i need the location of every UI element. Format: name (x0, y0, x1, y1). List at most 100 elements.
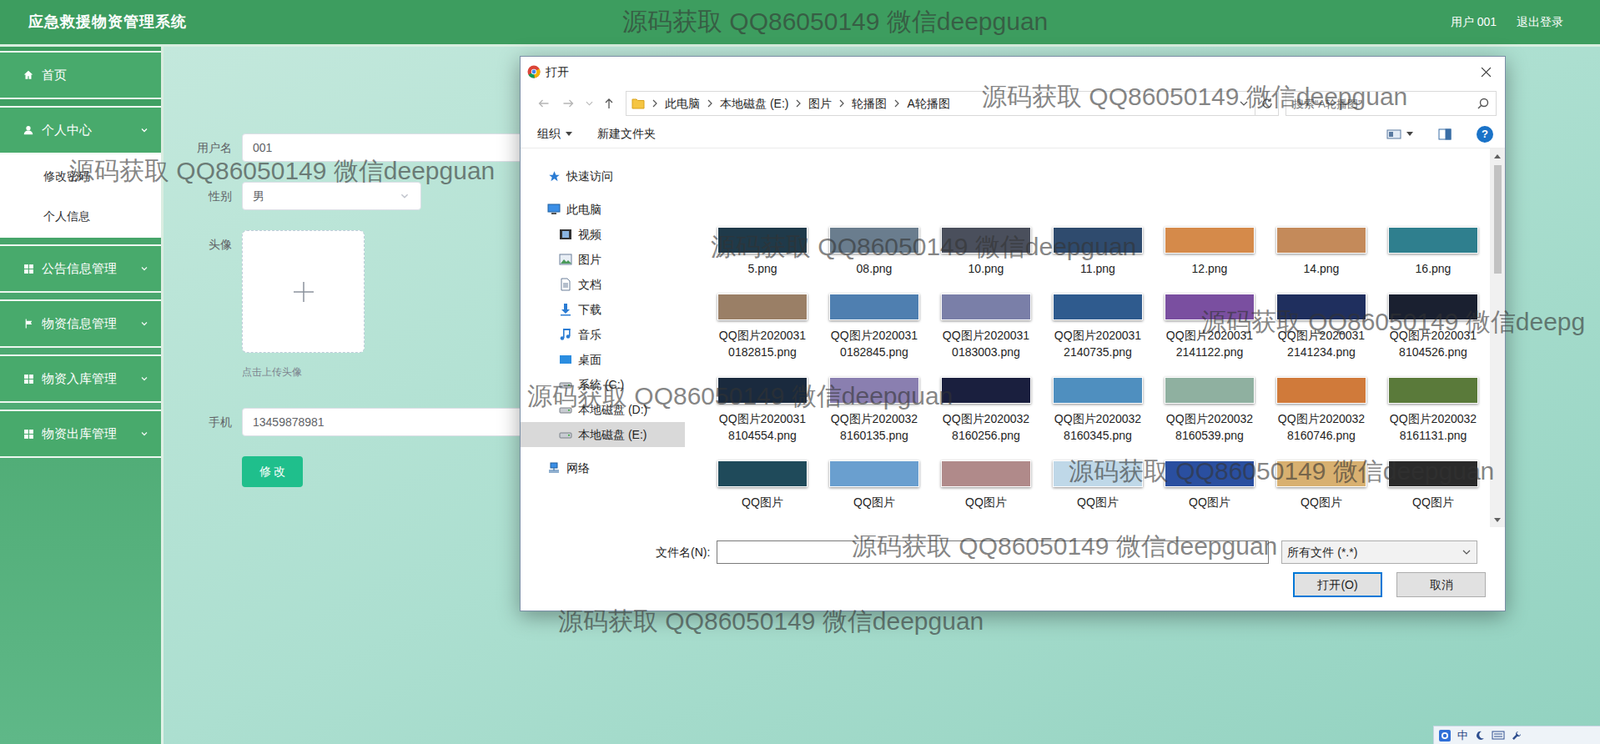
nav-item[interactable]: 本地磁盘 (D:) (520, 397, 685, 423)
new-folder-button[interactable]: 新建文件夹 (597, 125, 656, 143)
file-item[interactable]: QQ图片20200310182815.png (706, 293, 819, 378)
file-item[interactable]: QQ图片20200328160345.png (1041, 377, 1154, 461)
file-item[interactable]: QQ图片20200312141234.png (1265, 293, 1378, 378)
file-item[interactable]: QQ图片 (930, 460, 1042, 528)
file-item[interactable]: QQ图片20200328160135.png (818, 377, 931, 461)
file-item[interactable]: QQ图片 (818, 460, 931, 528)
moon-icon[interactable] (1474, 730, 1485, 741)
nav-item[interactable]: 文档 (520, 271, 685, 297)
open-button[interactable]: 打开(O) (1293, 572, 1383, 598)
sidebar-subitem[interactable]: 个人信息 (0, 196, 162, 237)
nav-item[interactable]: 快速访问 (520, 163, 685, 189)
nav-item[interactable]: 桌面 (520, 347, 685, 373)
file-item[interactable]: 11.png (1041, 226, 1154, 294)
file-item[interactable]: 14.png (1265, 226, 1378, 294)
file-item[interactable]: QQ图片 (1041, 460, 1154, 528)
back-arrow-icon[interactable] (530, 92, 556, 115)
organize-menu[interactable]: 组织 (537, 125, 573, 143)
file-item[interactable]: QQ图片20200328161131.png (1377, 377, 1490, 461)
nav-item[interactable]: 下载 (520, 296, 685, 323)
file-item[interactable]: QQ图片20200312141122.png (1153, 293, 1266, 378)
keyboard-icon[interactable] (1491, 730, 1505, 740)
file-item[interactable]: QQ图片 (1377, 460, 1490, 528)
nav-item[interactable]: 视频 (520, 221, 685, 247)
file-name: QQ图片20200328160539.png (1162, 410, 1257, 444)
sidebar-item[interactable]: 首页 (0, 50, 162, 100)
upload-hint: 点击上传头像 (241, 364, 365, 380)
top-header: 应急救援物资管理系统用户 001退出登录 (0, 0, 1600, 47)
chevron-icon (139, 428, 150, 439)
file-item[interactable]: QQ图片 (1265, 460, 1378, 528)
file-grid: 5.png08.png10.png11.png12.png14.png16.pn… (684, 148, 1491, 528)
sidebar-item[interactable]: 个人中心 (0, 105, 162, 155)
file-type-value: 所有文件 (*.*) (1287, 543, 1358, 562)
view-menu[interactable] (1386, 128, 1414, 141)
history-dropdown-icon[interactable] (1237, 97, 1250, 110)
nav-item[interactable]: 图片 (520, 246, 685, 272)
file-name: QQ图片 (1386, 493, 1480, 511)
file-item[interactable]: QQ图片20200318104554.png (706, 377, 819, 461)
avatar-upload[interactable] (241, 230, 365, 353)
file-item[interactable]: 16.png (1377, 226, 1490, 294)
file-item[interactable]: QQ图片20200328160256.png (930, 377, 1042, 461)
nav-item[interactable]: 此电脑 (520, 196, 685, 222)
view-icon (1386, 128, 1402, 141)
breadcrumb-item[interactable]: 图片 (808, 95, 832, 113)
file-item[interactable]: QQ图片 (706, 460, 819, 528)
settings-icon[interactable] (1511, 730, 1522, 741)
nav-item[interactable]: 系统 (C:) (520, 372, 685, 398)
sidebar-item[interactable]: 公告信息管理 (0, 244, 162, 293)
logout-link[interactable]: 退出登录 (1516, 13, 1564, 31)
nav-item[interactable]: 本地磁盘 (E:) (520, 422, 685, 448)
file-thumbnail (829, 460, 920, 488)
file-item[interactable]: 5.png (706, 226, 819, 294)
file-item[interactable]: QQ图片20200310182845.png (818, 293, 931, 378)
file-item[interactable]: 08.png (818, 226, 931, 294)
file-item[interactable]: QQ图片 (1153, 460, 1266, 528)
file-name: QQ图片20200312141234.png (1274, 327, 1369, 361)
breadcrumb-separator-icon (893, 99, 901, 108)
file-item[interactable]: QQ图片20200328160539.png (1153, 377, 1266, 461)
nav-item[interactable]: 音乐 (520, 322, 685, 348)
file-type-select[interactable]: 所有文件 (*.*) (1281, 540, 1478, 564)
search-box[interactable] (1286, 91, 1478, 116)
file-thumbnail (829, 226, 920, 254)
forward-arrow-icon[interactable] (555, 92, 581, 115)
close-icon[interactable] (1466, 59, 1505, 85)
breadcrumb-item[interactable]: 此电脑 (664, 95, 700, 113)
file-item[interactable]: 12.png (1153, 226, 1266, 294)
filename-label: 文件名(N): (655, 543, 710, 562)
ime-logo-icon[interactable] (1438, 729, 1451, 742)
file-item[interactable]: QQ图片20200312140735.png (1041, 293, 1154, 378)
sidebar-item[interactable]: 物资信息管理 (0, 299, 162, 348)
file-thumbnail (1276, 460, 1367, 488)
submit-button[interactable]: 修 改 (241, 456, 303, 488)
breadcrumb-item[interactable]: 轮播图 (851, 95, 887, 113)
help-button[interactable]: ? (1476, 125, 1494, 143)
breadcrumb-item[interactable]: A轮播图 (906, 95, 950, 113)
refresh-icon[interactable] (1255, 90, 1279, 116)
gender-select[interactable]: 男 (241, 181, 422, 211)
scroll-up-icon[interactable] (1489, 148, 1505, 164)
preview-pane-icon[interactable] (1438, 128, 1452, 141)
nav-item[interactable]: 网络 (520, 455, 685, 481)
recent-dropdown-icon[interactable] (580, 92, 598, 115)
sidebar-item[interactable]: 物资入库管理 (0, 354, 162, 403)
ime-mode[interactable]: 中 (1457, 729, 1469, 743)
cancel-button[interactable]: 取消 (1396, 572, 1486, 598)
up-arrow-icon[interactable] (597, 92, 621, 115)
file-item[interactable]: QQ图片20200318104526.png (1377, 293, 1490, 378)
file-item[interactable]: 10.png (930, 226, 1042, 294)
sidebar-subitem[interactable]: 修改密码 (0, 155, 162, 197)
scrollbar-thumb[interactable] (1494, 165, 1502, 274)
address-bar[interactable]: 此电脑 本地磁盘 (E:) 图片 轮播图 A轮播图 (625, 90, 1256, 116)
vertical-scrollbar[interactable] (1489, 148, 1505, 528)
filename-input[interactable] (716, 540, 1269, 564)
scroll-down-icon[interactable] (1489, 512, 1505, 528)
system-tray: 中 (1433, 725, 1600, 744)
file-item[interactable]: QQ图片20200328160746.png (1265, 377, 1378, 461)
breadcrumb-item[interactable]: 本地磁盘 (E:) (719, 95, 789, 113)
file-item[interactable]: QQ图片20200310183003.png (930, 293, 1042, 378)
sidebar-item[interactable]: 物资出库管理 (0, 409, 162, 458)
sidebar-group: 个人中心修改密码个人信息 (0, 105, 162, 238)
